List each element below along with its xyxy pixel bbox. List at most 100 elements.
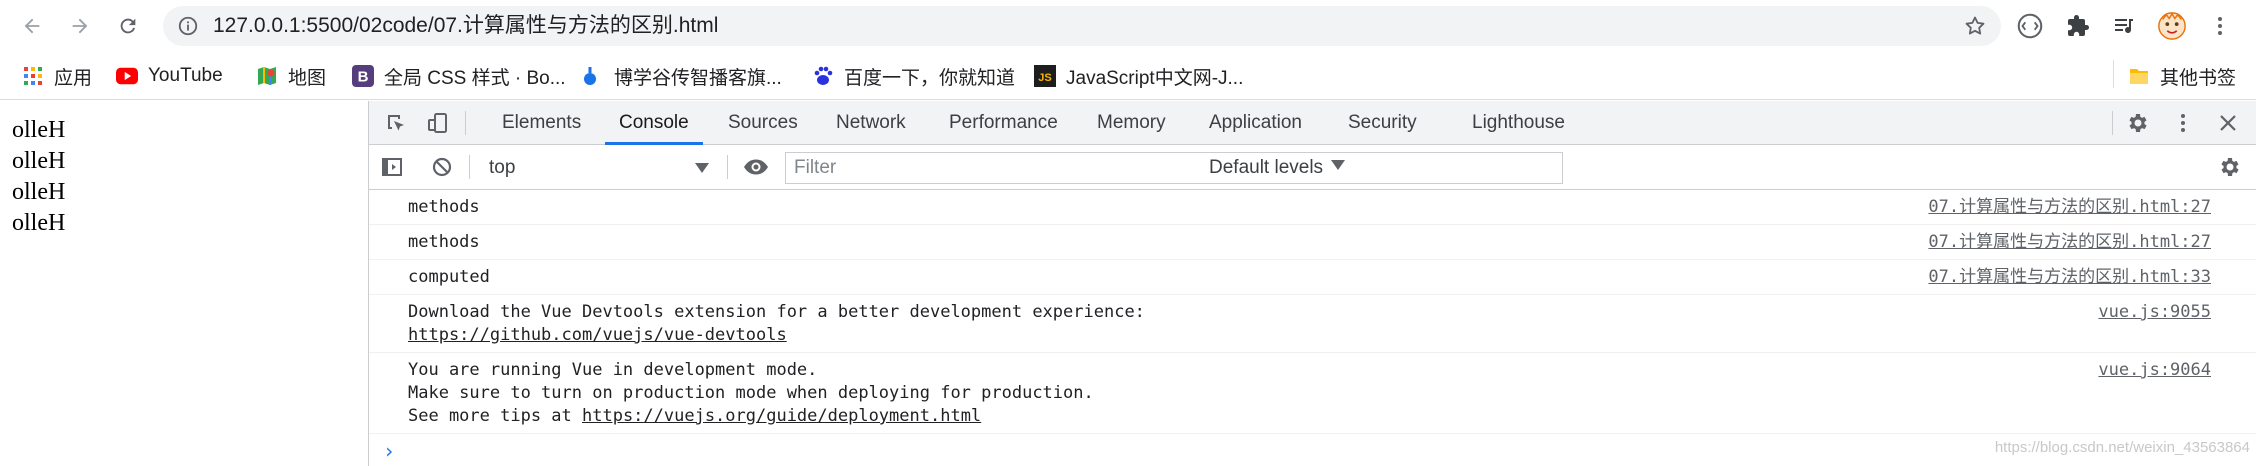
url-text[interactable]: 127.0.0.1:5500/02code/07.计算属性与方法的区别.html [213, 6, 718, 46]
bookmark-label: YouTube [148, 65, 223, 86]
console-prompt[interactable]: › [369, 434, 2256, 466]
console-messages: methods 07.计算属性与方法的区别.html:27 methods 07… [369, 190, 2256, 466]
boxuegu-icon [582, 65, 604, 87]
apps-grid-icon [22, 65, 44, 87]
close-devtools-icon[interactable] [2215, 110, 2241, 136]
bootstrap-icon: B [352, 65, 374, 87]
page-text-line: olleH [12, 148, 66, 174]
show-sidebar-icon[interactable] [379, 154, 405, 180]
message-text: Make sure to turn on production mode whe… [408, 383, 1094, 403]
tab-security[interactable]: Security [1348, 101, 1417, 145]
extension-devtools-icon[interactable] [2014, 10, 2046, 42]
bookmark-label: 百度一下，你就知道 [844, 67, 1016, 89]
svg-text:B: B [358, 69, 369, 86]
bookmark-boxuegu[interactable]: 博学谷传智播客旗... [582, 60, 782, 92]
bookmark-label: 应用 [54, 67, 93, 89]
browser-menu-icon[interactable] [2204, 10, 2236, 42]
tab-application[interactable]: Application [1209, 101, 1302, 145]
bookmark-apps[interactable]: 应用 [22, 60, 92, 92]
tab-elements[interactable]: Elements [502, 101, 581, 145]
source-link[interactable]: vue.js:9055 [2098, 301, 2211, 324]
bookmark-javascript[interactable]: JS JavaScript中文网-J... [1034, 60, 1243, 92]
live-expression-eye-icon[interactable] [743, 154, 769, 180]
page-text-line: olleH [12, 117, 66, 143]
chevron-right-icon: › [383, 439, 396, 463]
tab-performance[interactable]: Performance [949, 101, 1058, 145]
message-text: Download the Vue Devtools extension for … [408, 302, 1145, 322]
reload-button[interactable] [110, 8, 146, 44]
log-levels-label: Default levels [1209, 157, 1324, 178]
context-selector[interactable]: top [489, 145, 715, 190]
devtools-panel: Elements Console Sources Network Perform… [368, 101, 2256, 466]
arrow-left-icon [24, 18, 40, 34]
console-message: You are running Vue in development mode.… [369, 353, 2256, 434]
message-text: You are running Vue in development mode. [408, 360, 818, 380]
folder-icon [2128, 65, 2150, 87]
settings-gear-icon[interactable] [2125, 110, 2151, 136]
log-levels-dropdown[interactable]: Default levels [1209, 145, 1346, 190]
source-link[interactable]: 07.计算属性与方法的区别.html:33 [1928, 266, 2211, 289]
bookmark-baidu[interactable]: 百度一下，你就知道 [812, 60, 1015, 92]
tab-sources[interactable]: Sources [728, 101, 798, 145]
js-icon: JS [1034, 65, 1056, 87]
source-link[interactable]: 07.计算属性与方法的区别.html:27 [1928, 231, 2211, 254]
bookmark-maps[interactable]: 地图 [256, 60, 326, 92]
inspect-element-icon[interactable] [383, 110, 409, 136]
source-link[interactable]: vue.js:9064 [2098, 359, 2211, 382]
browser-toolbar: 127.0.0.1:5500/02code/07.计算属性与方法的区别.html [0, 0, 2256, 52]
back-button[interactable] [14, 8, 50, 44]
device-toolbar-icon[interactable] [425, 110, 451, 136]
page-text-line: olleH [12, 210, 66, 236]
address-bar[interactable]: 127.0.0.1:5500/02code/07.计算属性与方法的区别.html [163, 6, 2001, 46]
devtools-extension-link[interactable]: https://github.com/vuejs/vue-devtools [408, 325, 787, 345]
message-text: See more tips at [408, 406, 582, 426]
console-settings-gear-icon[interactable] [2217, 154, 2243, 180]
tab-network[interactable]: Network [836, 101, 906, 145]
page-viewport: olleH olleH olleH olleH [0, 101, 368, 466]
bookmark-label: 博学谷传智播客旗... [614, 67, 782, 89]
bookmark-label: 地图 [288, 67, 327, 89]
filter-input[interactable] [786, 153, 1562, 183]
deployment-guide-link[interactable]: https://vuejs.org/guide/deployment.html [582, 406, 981, 426]
tab-memory[interactable]: Memory [1097, 101, 1166, 145]
bookmark-bootstrap[interactable]: B 全局 CSS 样式 · Bo... [352, 60, 566, 92]
bookmarks-divider [2113, 60, 2114, 88]
other-bookmarks[interactable]: 其他书签 [2128, 60, 2236, 92]
baidu-icon [812, 65, 834, 87]
maps-icon [256, 65, 278, 87]
forward-button[interactable] [62, 8, 98, 44]
bookmark-label: JavaScript中文网-J... [1066, 67, 1244, 89]
context-value: top [489, 157, 516, 178]
bookmark-label: 其他书签 [2160, 67, 2237, 89]
source-link[interactable]: 07.计算属性与方法的区别.html:27 [1928, 196, 2211, 219]
page-text-line: olleH [12, 179, 66, 205]
svg-text:JS: JS [1038, 72, 1051, 84]
watermark: https://blog.csdn.net/weixin_43563864 [1994, 439, 2250, 456]
chevron-down-icon [1331, 160, 1346, 170]
bookmark-label: 全局 CSS 样式 · Bo... [384, 67, 566, 89]
console-message: computed 07.计算属性与方法的区别.html:33 [369, 260, 2256, 295]
console-message: methods 07.计算属性与方法的区别.html:27 [369, 225, 2256, 260]
star-icon[interactable] [1963, 14, 1987, 38]
filter-field[interactable] [785, 152, 1563, 184]
profile-avatar-icon[interactable] [2156, 10, 2188, 42]
devtools-tab-bar: Elements Console Sources Network Perform… [369, 101, 2256, 145]
info-icon[interactable] [177, 15, 199, 37]
toolbar-divider [465, 111, 466, 135]
console-toolbar: top Default levels [369, 145, 2256, 190]
tab-console[interactable]: Console [605, 101, 703, 145]
tab-lighthouse[interactable]: Lighthouse [1472, 101, 1565, 145]
reload-icon [120, 18, 136, 34]
extensions-puzzle-icon[interactable] [2062, 10, 2094, 42]
console-message: methods 07.计算属性与方法的区别.html:27 [369, 190, 2256, 225]
chevron-down-icon [695, 163, 709, 173]
media-queue-icon[interactable] [2108, 10, 2140, 42]
toolbar-divider [2112, 111, 2113, 135]
devtools-menu-icon[interactable] [2170, 110, 2196, 136]
clear-console-icon[interactable] [429, 154, 455, 180]
youtube-icon [116, 65, 138, 87]
toolbar-divider [727, 155, 728, 179]
bookmark-youtube[interactable]: YouTube [116, 60, 223, 92]
arrow-right-icon [72, 18, 88, 34]
bookmarks-bar: 应用 YouTube 地图 B 全局 CSS 样式 · Bo... 博学谷传智播… [0, 52, 2256, 100]
